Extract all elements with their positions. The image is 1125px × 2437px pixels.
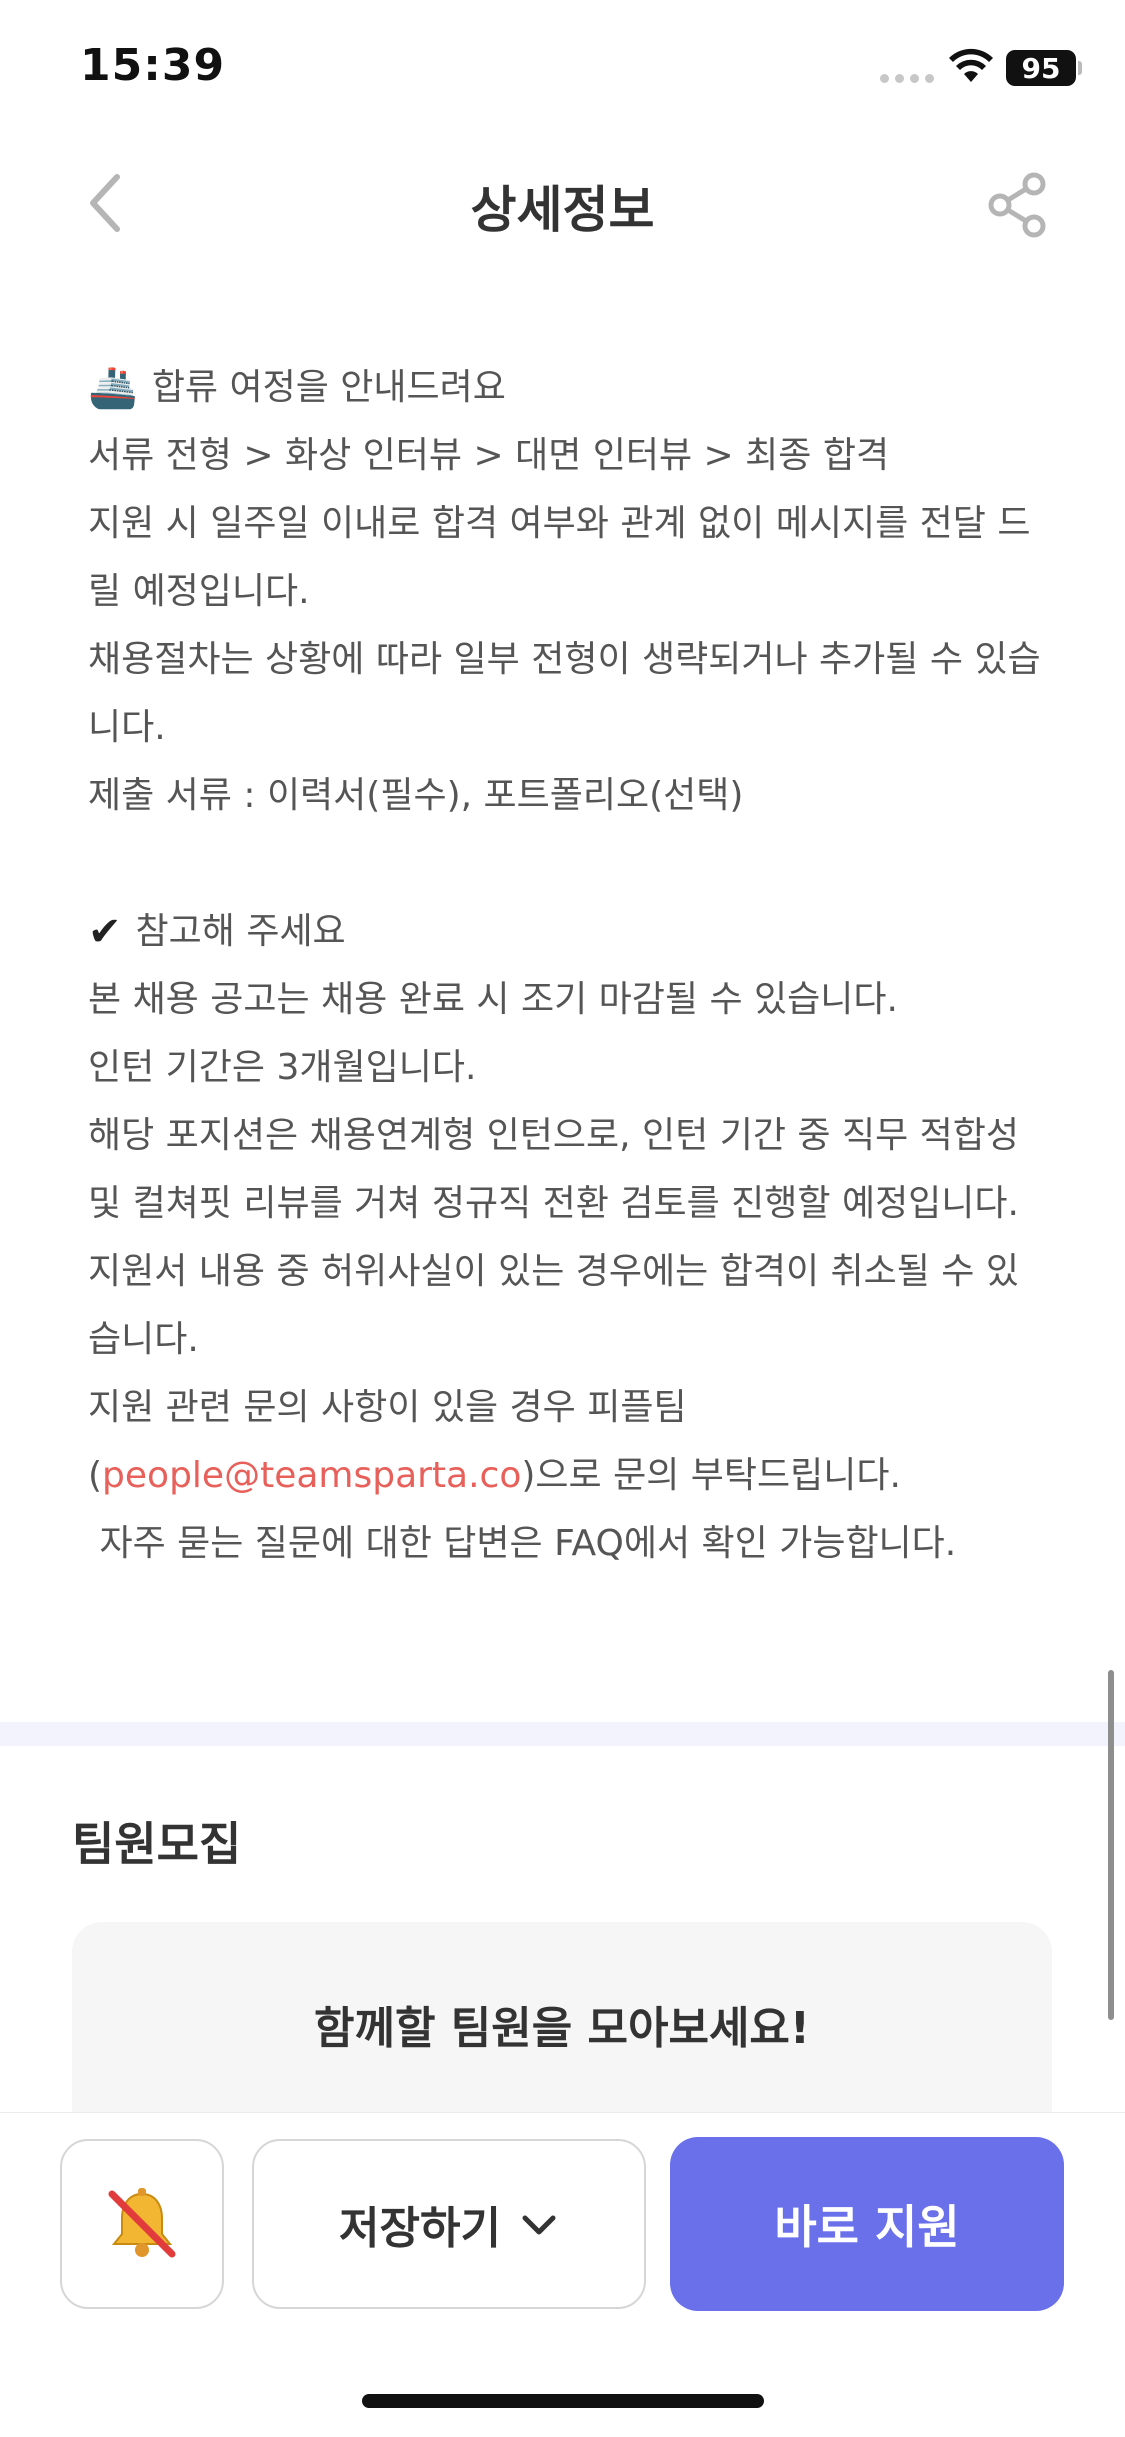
section-divider (0, 1722, 1125, 1746)
page-title: 상세정보 (470, 181, 655, 239)
top-navigation-bar: 상세정보 (0, 140, 1125, 270)
notes-line: 지원 관련 문의 사항이 있을 경우 피플팀 (88, 1387, 687, 1428)
notes-line: 지원서 내용 중 허위사실이 있는 경우에는 합격이 취소될 수 있습니다. (88, 1251, 1019, 1360)
process-heading-text: 합류 여정을 안내드려요 (151, 367, 506, 408)
contact-suffix: )으로 문의 부탁드립니다. (521, 1455, 901, 1496)
notes-line: 본 채용 공고는 채용 완료 시 조기 마감될 수 있습니다. (88, 979, 898, 1020)
process-line: 채용절차는 상황에 따라 일부 전형이 생략되거나 추가될 수 있습니다. (88, 639, 1041, 748)
notes-line: 해당 포지션은 채용연계형 인턴으로, 인턴 기간 중 직무 적합성 및 컬쳐핏… (88, 1115, 1019, 1224)
process-line: 지원 시 일주일 이내로 합격 여부와 관계 없이 메시지를 전달 드릴 예정입… (88, 503, 1031, 612)
home-indicator (362, 2394, 764, 2408)
ship-icon: 🚢 (88, 365, 138, 411)
faq-line: 자주 묻는 질문에 대한 답변은 FAQ에서 확인 가능합니다. (88, 1523, 957, 1564)
team-recruit-card-text: 함께할 팀원을 모아보세요! (314, 2003, 810, 2054)
team-recruit-title: 팀원모집 (72, 1817, 242, 1871)
wifi-icon (949, 48, 993, 82)
contact-prefix: ( (88, 1455, 103, 1496)
status-time: 15:39 (80, 40, 226, 91)
check-mark-icon: ✔ (88, 909, 122, 955)
notes-line: 인턴 기간은 3개월입니다. (88, 1047, 477, 1088)
team-recruit-card[interactable]: 함께할 팀원을 모아보세요! (72, 1922, 1052, 2142)
save-button[interactable]: 저장하기 (252, 2139, 646, 2309)
job-detail-content: 🚢 합류 여정을 안내드려요 서류 전형 > 화상 인터뷰 > 대면 인터뷰 >… (88, 354, 1048, 1578)
chevron-down-icon (522, 2215, 556, 2235)
share-button[interactable] (984, 170, 1054, 240)
process-line: 제출 서류 : 이력서(필수), 포트폴리오(선택) (88, 775, 744, 816)
battery-tip (1078, 61, 1082, 75)
apply-now-button[interactable]: 바로 지원 (670, 2137, 1064, 2311)
process-heading: 🚢 합류 여정을 안내드려요 (88, 354, 1048, 422)
share-icon (988, 172, 1046, 238)
save-button-label: 저장하기 (339, 2203, 501, 2254)
scrollbar[interactable] (1108, 1670, 1114, 2020)
contact-line: (people@teamsparta.co)으로 문의 부탁드립니다. (88, 1442, 1048, 1510)
battery-indicator: 95 (1006, 50, 1076, 86)
notes-heading: ✔ 참고해 주세요 (88, 898, 1048, 966)
apply-now-label: 바로 지원 (774, 2200, 960, 2254)
bell-off-icon (108, 2188, 176, 2258)
bottom-action-bar: 저장하기 바로 지원 (0, 2112, 1125, 2437)
alarm-toggle-button[interactable] (60, 2139, 224, 2309)
cellular-signal-icon (880, 74, 936, 84)
process-line: 서류 전형 > 화상 인터뷰 > 대면 인터뷰 > 최종 합격 (88, 435, 890, 476)
status-bar: 15:39 95 (0, 0, 1125, 130)
notes-heading-text: 참고해 주세요 (135, 911, 346, 952)
contact-email-link[interactable]: people@teamsparta.co (102, 1455, 521, 1496)
